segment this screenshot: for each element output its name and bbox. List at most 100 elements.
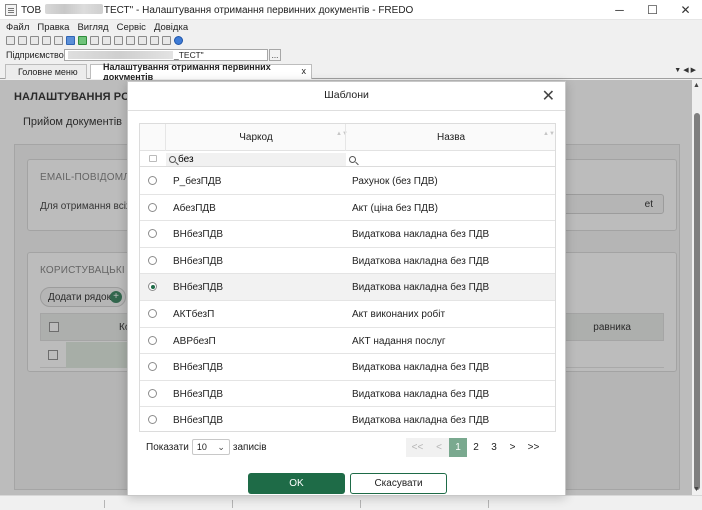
- tab-main-menu[interactable]: Головне меню: [5, 64, 87, 79]
- row-code: ВНбезПДВ: [173, 415, 224, 427]
- row-name: АКТ надання послуг: [352, 335, 446, 347]
- page-size-value: 10: [196, 442, 207, 452]
- copy-multiple-icon[interactable]: [42, 35, 51, 45]
- table-row[interactable]: Р_безПДВ Рахунок (без ПДВ): [140, 168, 555, 195]
- tab-close-icon[interactable]: x: [302, 66, 307, 76]
- row-code: АбезПДВ: [173, 202, 216, 214]
- redacted-company-name: [44, 3, 103, 14]
- row-radio[interactable]: [148, 415, 157, 425]
- edit-icon[interactable]: [18, 35, 27, 45]
- toolbar: [0, 33, 702, 47]
- row-code: Р_безПДВ: [173, 176, 222, 187]
- column-header-name[interactable]: Назва: [346, 132, 556, 143]
- filter-icon[interactable]: [150, 35, 159, 45]
- save-icon[interactable]: [66, 35, 75, 45]
- name-filter-input[interactable]: [358, 154, 518, 165]
- search-icon[interactable]: [138, 35, 147, 45]
- code-filter-input[interactable]: [178, 154, 338, 165]
- organization-browse-button[interactable]: ...: [269, 49, 281, 61]
- clear-filter-icon[interactable]: [149, 155, 157, 162]
- minimize-button[interactable]: ─: [603, 0, 636, 20]
- organization-value: _ТЕСТ": [174, 50, 204, 60]
- filter-clear-icon[interactable]: [162, 35, 171, 45]
- delete-icon[interactable]: [114, 35, 123, 45]
- table-row[interactable]: АВРбезП АКТ надання послуг: [140, 328, 555, 355]
- print-icon[interactable]: [90, 35, 99, 45]
- menu-service[interactable]: Сервіс: [112, 22, 149, 33]
- table-row[interactable]: АКТбезП Акт виконаних робіт: [140, 301, 555, 328]
- row-radio[interactable]: [148, 202, 157, 212]
- row-radio[interactable]: [148, 255, 157, 265]
- row-radio[interactable]: [148, 308, 157, 318]
- tab-navigation-arrows-icon[interactable]: ▼◀▶: [674, 66, 698, 74]
- redacted-organization: [68, 51, 173, 59]
- menu-bar: Файл Правка Вигляд Сервіс Довідка: [0, 20, 702, 34]
- menu-edit[interactable]: Правка: [32, 22, 72, 33]
- menu-help[interactable]: Довідка: [149, 22, 191, 33]
- organization-field[interactable]: _ТЕСТ": [64, 49, 268, 61]
- row-radio[interactable]: [148, 388, 157, 398]
- menu-view[interactable]: Вигляд: [72, 22, 111, 33]
- grid-rows: Р_безПДВ Рахунок (без ПДВ) АбезПДВ Акт (ці…: [140, 168, 555, 434]
- next-page-button[interactable]: >: [503, 438, 522, 457]
- last-page-button[interactable]: >>: [522, 438, 545, 457]
- templates-grid: Чаркод ▲▼ Назва ▲▼ Р_безПДВ Рахунок (без …: [139, 123, 556, 432]
- table-row[interactable]: ВНбезПДВ Видаткова накладна без ПДВ: [140, 407, 555, 434]
- table-row[interactable]: ВНбезПДВ Видаткова накладна без ПДВ: [140, 221, 555, 248]
- scroll-up-icon[interactable]: ▲: [693, 82, 700, 89]
- table-row[interactable]: АбезПДВ Акт (ціна без ПДВ): [140, 195, 555, 222]
- scroll-down-icon[interactable]: ▼: [693, 486, 700, 493]
- grid-header: Чаркод ▲▼ Назва ▲▼: [140, 124, 555, 151]
- prev-page-button[interactable]: <: [429, 438, 449, 457]
- menu-file[interactable]: Файл: [0, 22, 32, 33]
- code-filter: [166, 153, 346, 166]
- row-radio-checked[interactable]: [148, 282, 157, 292]
- templates-dialog: Шаблони ✕ Чаркод ▲▼ Назва ▲▼ Р_безПДВ Рах…: [127, 81, 566, 496]
- page-scrollbar[interactable]: ▲ ▼: [692, 80, 702, 495]
- page-1-button[interactable]: 1: [449, 438, 467, 457]
- page-3-button[interactable]: 3: [485, 438, 503, 457]
- row-radio[interactable]: [148, 176, 157, 185]
- table-row[interactable]: ВНбезПДВ Видаткова накладна без ПДВ: [140, 248, 555, 275]
- records-label: записів: [232, 441, 267, 453]
- page-size-select[interactable]: 10 ⌄: [191, 439, 230, 455]
- status-divider: [104, 500, 105, 508]
- search-icon: [169, 156, 176, 163]
- maximize-button[interactable]: ☐: [636, 0, 669, 20]
- copy-icon[interactable]: [30, 35, 39, 45]
- row-name: Видаткова накладна без ПДВ: [352, 415, 490, 427]
- close-icon[interactable]: ✕: [542, 86, 555, 106]
- sort-icon[interactable]: ▲▼: [543, 131, 555, 137]
- chevron-down-icon: ⌄: [217, 442, 225, 452]
- first-page-button[interactable]: <<: [406, 438, 429, 457]
- table-row-selected[interactable]: ВНбезПДВ Видаткова накладна без ПДВ: [140, 274, 555, 301]
- row-radio[interactable]: [148, 229, 157, 239]
- paste-icon[interactable]: [54, 35, 63, 45]
- ok-button[interactable]: OK: [248, 473, 345, 494]
- row-name: Акт (ціна без ПДВ): [352, 202, 438, 214]
- column-header-code[interactable]: Чаркод: [166, 132, 346, 143]
- row-radio[interactable]: [148, 335, 157, 345]
- scrollbar-thumb[interactable]: [694, 113, 700, 490]
- refresh-icon[interactable]: [78, 35, 87, 45]
- cancel-button[interactable]: Скасувати: [350, 473, 447, 494]
- help-icon[interactable]: [174, 35, 183, 45]
- tab-receive-settings[interactable]: Налаштування отримання первинних докумен…: [90, 62, 312, 82]
- show-label: Показати: [146, 441, 189, 453]
- row-name: Акт виконаних робіт: [352, 308, 446, 320]
- table-row[interactable]: ВНбезПДВ Видаткова накладна без ПДВ: [140, 381, 555, 408]
- tools-icon[interactable]: [126, 35, 135, 45]
- page-2-button[interactable]: 2: [467, 438, 485, 457]
- row-name: Рахунок (без ПДВ): [352, 176, 438, 187]
- cut-icon[interactable]: [102, 35, 111, 45]
- table-row[interactable]: ВНбезПДВ Видаткова накладна без ПДВ: [140, 354, 555, 381]
- row-radio[interactable]: [148, 362, 157, 372]
- close-window-button[interactable]: ✕: [669, 0, 702, 20]
- document-tabs: Головне меню Налаштування отримання перв…: [0, 62, 702, 82]
- new-document-icon[interactable]: [6, 35, 15, 45]
- grid-filter-row: [140, 152, 555, 167]
- tab-receive-settings-label: Налаштування отримання первинних докумен…: [103, 62, 271, 82]
- status-divider: [360, 500, 361, 508]
- search-icon: [349, 156, 356, 163]
- organization-label: Підприємство: [6, 50, 64, 60]
